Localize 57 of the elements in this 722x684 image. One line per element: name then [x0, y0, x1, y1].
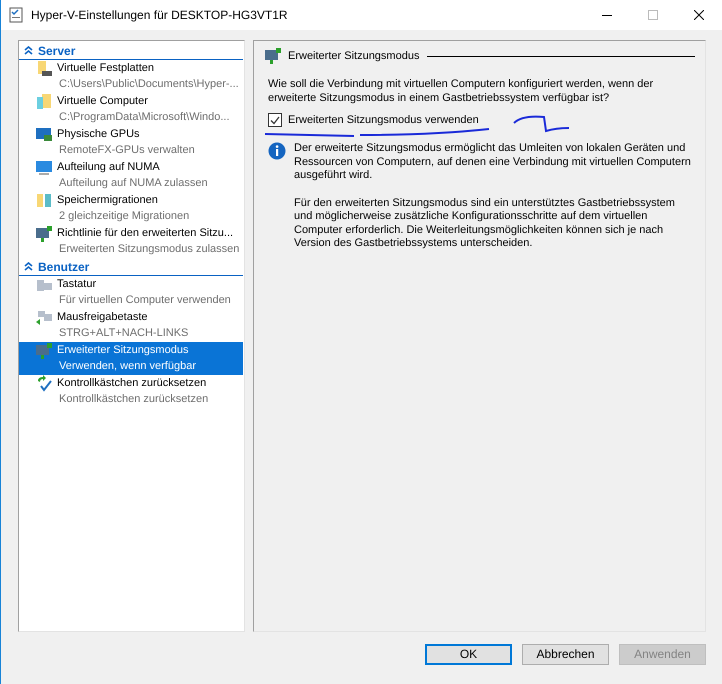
- tree-item[interactable]: Speichermigrationen 2 gleichzeitige Migrationen: [19, 192, 243, 225]
- item-label: Tastatur: [57, 277, 96, 292]
- item-label: Erweiterter Sitzungsmodus: [57, 343, 188, 358]
- item-detail: Für virtuellen Computer verwenden: [59, 293, 231, 308]
- checkbox[interactable]: [268, 113, 282, 127]
- info-text: Der erweiterte Sitzungsmodus ermöglicht das Umleiten von lokalen Geräten und Ressourcen von Computern, auf denen eine Verbindung mit virtuellen Computern ausgeführt wird.: [294, 142, 692, 182]
- monitor-icon: [35, 159, 53, 177]
- section-header[interactable]: Benutzer: [19, 258, 243, 276]
- item-label: Speichermigrationen: [57, 193, 158, 208]
- section-title: Server: [38, 44, 76, 58]
- minimize-icon: [602, 14, 612, 16]
- app-icon: [9, 7, 23, 23]
- tree-item[interactable]: Tastatur Für virtuellen Computer verwenden: [19, 276, 243, 309]
- checkmark-icon: [270, 116, 280, 124]
- question-text: Wie soll die Verbindung mit virtuellen Computern konfiguriert werden, wenn der erweiterte Sitzungsmodus in einem Gastbetriebssystem verfügbar ist?: [268, 77, 654, 105]
- item-detail: Verwenden, wenn verfügbar: [59, 359, 196, 374]
- item-detail: Erweiterten Sitzungsmodus zulassen: [59, 242, 240, 257]
- dialog-button[interactable]: OK: [425, 644, 512, 664]
- item-detail: C:\Users\Public\Documents\Hyper-...: [59, 77, 239, 92]
- item-detail: C:\ProgramData\Microsoft\Windo...: [59, 110, 230, 125]
- item-label: Virtuelle Computer: [57, 94, 148, 109]
- folder-computer-icon: [35, 93, 53, 111]
- item-detail: STRG+ALT+NACH-LINKS: [59, 326, 188, 341]
- tree-item[interactable]: Erweiterter Sitzungsmodus Verwenden, wenn verfügbar: [19, 342, 243, 375]
- info-text: Für den erweiterten Sitzungsmodus sind ein unterstütztes Gastbetriebssystem und möglicherweise zusätzliche Konfigurationsschritte auf dem virtuellen Computer erforderlich. Die Weiterleitungsmöglichkeiten können sich je nach Version des Gastbetriebssystems unterscheiden.: [294, 196, 676, 250]
- item-label: Virtuelle Festplatten: [57, 61, 154, 76]
- item-detail: 2 gleichzeitige Migrationen: [59, 209, 190, 224]
- maximize-icon: [648, 10, 658, 20]
- item-label: Physische GPUs: [57, 127, 140, 142]
- tree-item[interactable]: Virtuelle Computer C:\ProgramData\Microsoft\Windo...: [19, 93, 243, 126]
- info-icon: [268, 142, 286, 160]
- item-label: Aufteilung auf NUMA: [57, 160, 160, 175]
- item-detail: Aufteilung auf NUMA zulassen: [59, 176, 208, 191]
- item-detail: Kontrollkästchen zurücksetzen: [59, 392, 208, 407]
- tree-item[interactable]: Virtuelle Festplatten C:\Users\Public\Documents\Hyper-...: [19, 60, 243, 93]
- close-icon: [694, 10, 704, 20]
- network-monitor-icon: [35, 342, 53, 360]
- group-title: Erweiterter Sitzungsmodus: [288, 50, 420, 62]
- checkbox-label: Erweiterten Sitzungsmodus verwenden: [288, 114, 479, 126]
- monitor-card-icon: [35, 126, 53, 144]
- dialog-button[interactable]: Abbrechen: [522, 644, 609, 664]
- tree-item[interactable]: Physische GPUs RemoteFX-GPUs verwalten: [19, 126, 243, 159]
- section-title: Benutzer: [38, 260, 90, 274]
- item-label: Richtlinie für den erweiterten Sitzu...: [57, 226, 234, 241]
- item-label: Kontrollkästchen zurücksetzen: [57, 376, 206, 391]
- network-monitor-icon: [264, 47, 282, 65]
- tree-item[interactable]: Mausfreigabetaste STRG+ALT+NACH-LINKS: [19, 309, 243, 342]
- window-title: Hyper-V-Einstellungen für DESKTOP-HG3VT1R: [31, 8, 289, 22]
- tree-item[interactable]: Aufteilung auf NUMA Aufteilung auf NUMA zulassen: [19, 159, 243, 192]
- checkmark-arrow-icon: [35, 375, 53, 393]
- network-monitor-icon: [35, 225, 53, 243]
- tree-item[interactable]: Richtlinie für den erweiterten Sitzu... Erweiterten Sitzungsmodus zulassen: [19, 225, 243, 258]
- folder-drive-icon: [35, 60, 53, 78]
- tree-item[interactable]: Kontrollkästchen zurücksetzen Kontrollkästchen zurücksetzen: [19, 375, 243, 408]
- section-header[interactable]: Server: [19, 42, 243, 60]
- item-label: Mausfreigabetaste: [57, 310, 148, 325]
- item-detail: RemoteFX-GPUs verwalten: [59, 143, 195, 158]
